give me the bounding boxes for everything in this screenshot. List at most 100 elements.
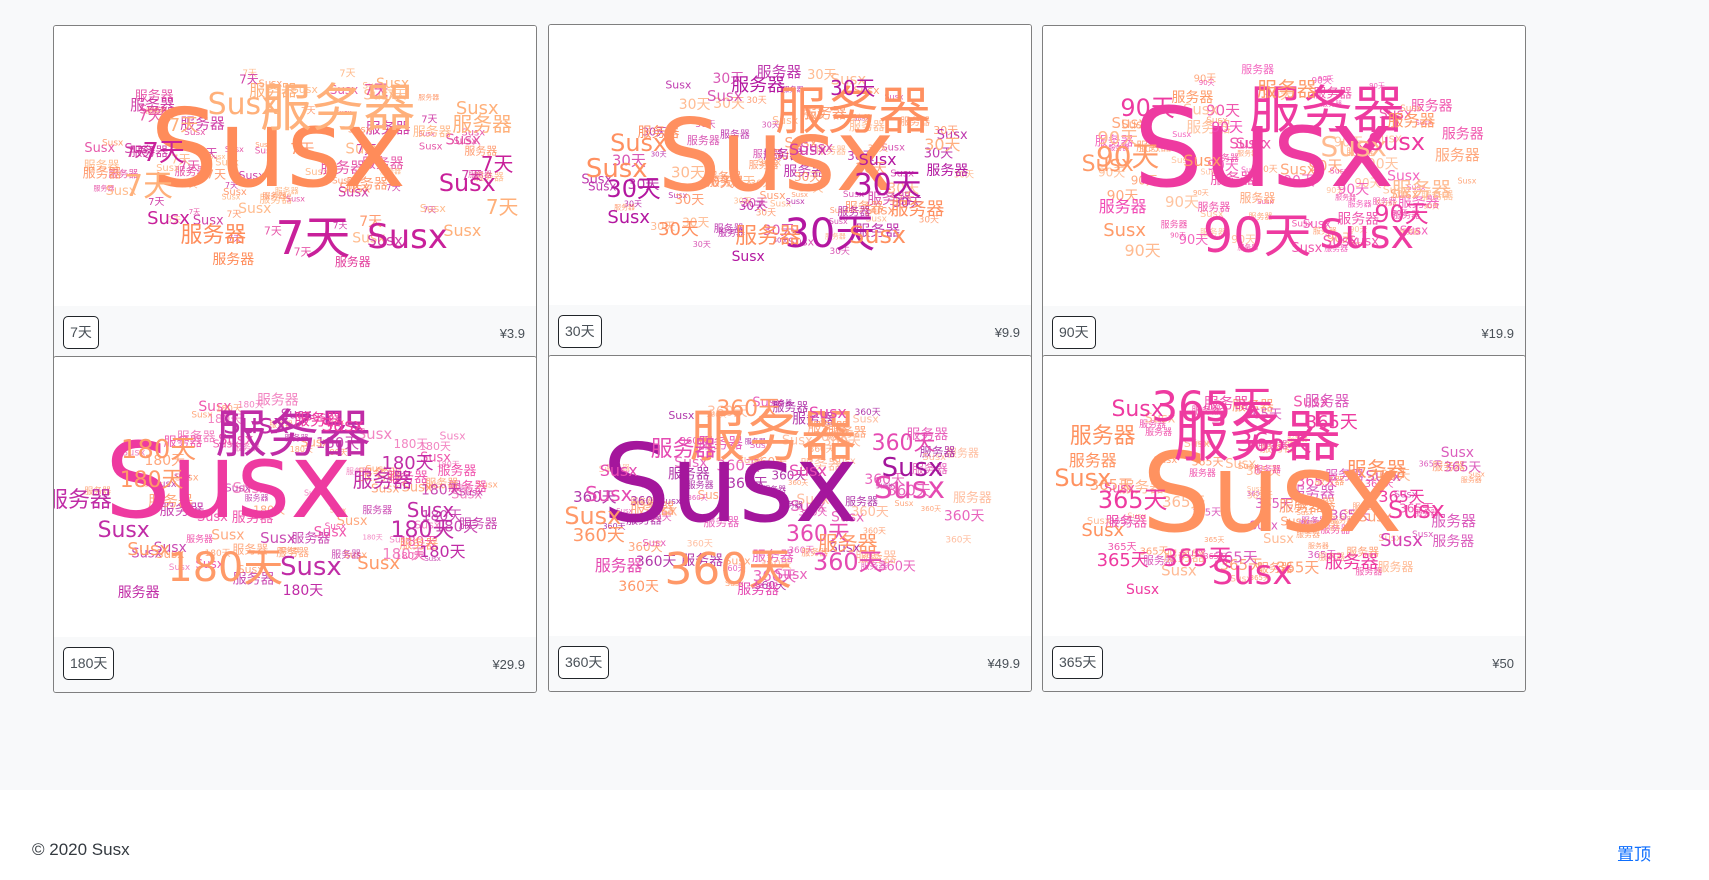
price-label: ¥9.9 [994,325,1020,340]
cloud-word: 30天 [924,135,960,154]
cloud-word: 服务器 [1241,63,1274,76]
cloud-word: 服务器 [1432,534,1474,550]
cloud-word: 30天 [658,219,699,240]
cloud-word: 服务器 [891,199,945,220]
cloud-word: 服务器 [212,252,254,268]
cloud-word: 服务器 [1257,77,1317,101]
cloud-word: 服务器 [1461,475,1482,484]
plans-section: 服务器 7天 服务器 服务器 服务器 7天 7天 Susx Susx 服务器 服务器 Susx 7天 Su… [0,0,1709,790]
cloud-word: 7天 [124,169,173,204]
cloud-word: 服务器 [731,75,785,96]
cloud-word: 服务器 [1325,552,1379,573]
cloud-word: Susx [665,78,692,91]
cloud-word: Susx [1082,152,1134,177]
cloud-word: Susx [191,411,213,421]
cloud-word: Susx [849,221,906,249]
price-label: ¥49.9 [987,656,1020,671]
card-footer: 360天 ¥49.9 [549,636,1031,691]
cloud-word: Susx [102,139,124,149]
price-label: ¥3.9 [499,326,525,341]
cloud-word: 180天 [362,534,382,542]
cloud-word: Susx [1380,530,1423,551]
duration-badge[interactable]: 7天 [63,316,99,349]
cloud-word: 7天 [421,115,437,126]
cloud-word: Susx [600,461,638,480]
cloud-word: 服务器 [118,585,160,601]
duration-badge[interactable]: 180天 [63,647,115,680]
cloud-word: Susx [443,221,481,240]
cloud-word: 365天 [1444,461,1482,476]
card-footer: 90天 ¥19.9 [1043,306,1525,361]
cloud-word: 服务器 [651,437,717,462]
cloud-word: Susx [585,482,633,506]
duration-badge[interactable]: 90天 [1052,316,1096,349]
cloud-word: Susx [1183,151,1221,170]
cloud-word: Susx [440,430,467,443]
duration-badge[interactable]: 30天 [558,315,602,348]
cloud-word: 180天 [167,545,283,591]
cloud-word: 服务器 [180,223,246,248]
cloud-word: 服务器 [595,556,643,575]
price-label: ¥50 [1492,656,1514,671]
word-cloud-image: Susx 服务器 30天 30天 Susx 30天 30天 服务器 Susx 服务器 Susx 服务器… [549,25,1031,305]
cloud-word: 服务器 [735,224,801,249]
cloud-word: 360天 [618,579,659,595]
cloud-word: 服务器 [638,125,680,141]
cloud-word: 90天 [1211,120,1243,136]
cloud-word: 90天 [1124,241,1160,260]
cloud-word: 90天 [1374,200,1428,228]
cloud-word: 7天 [169,115,198,136]
cloud-word: Susx [456,98,499,119]
cloud-word: Susx [1457,176,1476,185]
cloud-word: 365天 [1163,544,1233,572]
cloud-word: 7天 [339,68,355,79]
cloud-word: 360天 [872,431,936,456]
cloud-word: 90天 [1097,128,1138,149]
cloud-word: 30天 [693,240,711,249]
cloud-word: Susx [607,207,650,228]
plan-card[interactable]: 90天 90天 90天 90天 90天 90天 Susx 90天 服务器 服务器 Susx 90天 服务… [1042,25,1526,362]
cloud-word: 服务器 [418,92,439,101]
cloud-word: Susx [859,150,897,169]
cloud-word: 90天 [1120,94,1174,122]
plan-card[interactable]: Susx 服务器 30天 30天 Susx 30天 30天 服务器 Susx 服务器 Susx 服务器… [548,24,1032,361]
cloud-word: 180天 [121,435,196,465]
cloud-word: Susx [367,217,448,256]
cloud-word: Susx [789,140,827,159]
cloud-word: 服务器 [1392,177,1452,201]
word-cloud-image: Susx 服务器 服务器 服务器 365天 Susx 服务器 服务器 服务器 Susx 365天 服务… [1043,356,1525,636]
cloud-word: 180天 [283,583,324,599]
cloud-word: 365天 [1306,412,1358,433]
cloud-word: 365天 [1151,382,1273,431]
cloud-word: 180天 [421,482,462,498]
card-footer: 365天 ¥50 [1043,636,1525,691]
word-cloud-image: 180天 服务器 Susx Susx 服务器 180天 Susx Susx 服务器 180天 180… [54,357,536,637]
plan-card[interactable]: Susx 服务器 服务器 服务器 365天 Susx 服务器 服务器 服务器 Susx 365天 服务… [1042,355,1526,692]
cloud-word: Susx [127,539,170,560]
plan-card[interactable]: 服务器 360天 服务器 Susx Susx 360天 服务器 服务器 服务器 360天 360天 3… [548,355,1032,692]
cloud-word: Susx [459,487,483,498]
page-footer: © 2020 Susx 置顶 [0,790,1709,880]
cloud-word: 365天 [1419,459,1442,468]
cloud-word: 服务器 [1435,146,1480,164]
plan-card[interactable]: 180天 服务器 Susx Susx 服务器 180天 Susx Susx 服务器 180天 180… [53,356,537,693]
cloud-word: 360天 [945,535,971,545]
duration-badge[interactable]: 365天 [1052,646,1104,679]
cloud-word: Susx [420,202,447,215]
cloud-word: 服务器 [926,163,968,179]
duration-badge[interactable]: 360天 [558,646,610,679]
cloud-word: 360天 [573,525,625,546]
price-label: ¥29.9 [492,657,525,672]
cloud-word: 360天 [921,505,941,513]
back-to-top-link[interactable]: 置顶 [1617,840,1651,865]
cloud-word: 7天 [481,152,514,176]
cloud-word: 90天 [1203,209,1312,264]
price-label: ¥19.9 [1481,326,1514,341]
cloud-word: Susx [147,208,190,229]
cloud-word: 服务器 [953,490,992,506]
cloud-word: 服务器 [1070,424,1136,449]
plan-card[interactable]: 服务器 7天 服务器 服务器 服务器 7天 7天 Susx Susx 服务器 服务器 Susx 7天 Su… [53,25,537,362]
cloud-word: 服务器 [1099,197,1147,216]
card-footer: 180天 ¥29.9 [54,637,536,692]
cloud-word: 365天 [1236,428,1311,458]
